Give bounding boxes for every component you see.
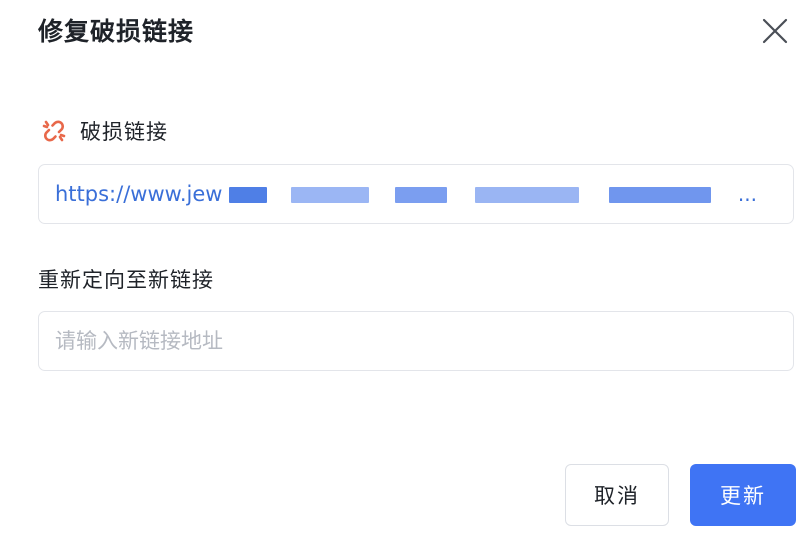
fix-broken-link-dialog: 修复破损链接 破损链接 https://www.jew ... 重新定向至新链接… [0,0,808,540]
redacted-url-segment [475,187,579,203]
redirect-label: 重新定向至新链接 [38,268,214,292]
redacted-url-segment [229,187,267,203]
broken-link-url-text: https://www.jew [55,182,223,206]
close-icon [762,18,788,44]
broken-link-label: 破损链接 [80,120,168,144]
redacted-url-segment [609,187,711,203]
update-button[interactable]: 更新 [690,464,796,526]
redacted-url-segment [291,187,369,203]
url-ellipsis: ... [737,182,757,206]
broken-link-label-row: 破损链接 [40,115,168,147]
dialog-title: 修复破损链接 [38,17,195,46]
close-button[interactable] [758,14,792,48]
broken-link-icon [42,120,66,142]
new-link-input[interactable] [39,312,793,370]
new-link-field[interactable] [38,311,794,371]
broken-link-url-field[interactable]: https://www.jew ... [38,164,794,224]
redacted-url-segment [395,187,447,203]
cancel-button[interactable]: 取消 [565,464,669,526]
